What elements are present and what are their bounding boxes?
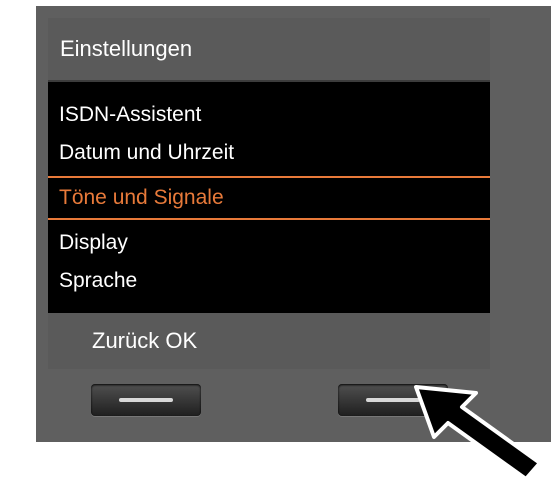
menu-item-datum-uhrzeit[interactable]: Datum und Uhrzeit — [48, 134, 490, 172]
settings-menu: ISDN-Assistent Datum und Uhrzeit Töne un… — [48, 96, 490, 300]
softkey-labels: Zurück OK — [92, 328, 197, 354]
menu-item-toene-signale[interactable]: Töne und Signale — [48, 176, 490, 220]
menu-item-display[interactable]: Display — [48, 224, 490, 262]
screen-title: Einstellungen — [60, 36, 193, 61]
phone-body: Einstellungen ISDN-Assistent Datum und U… — [36, 6, 551, 442]
screen-header: Einstellungen — [48, 18, 490, 82]
left-key-bar — [119, 398, 173, 402]
left-display-key[interactable] — [91, 384, 201, 416]
menu-item-isdn-assistent[interactable]: ISDN-Assistent — [48, 96, 490, 134]
softkey-ok-label[interactable]: OK — [165, 328, 197, 353]
menu-item-sprache[interactable]: Sprache — [48, 262, 490, 300]
softkey-bar: Zurück OK — [48, 313, 490, 369]
display-screen: Einstellungen ISDN-Assistent Datum und U… — [48, 18, 490, 369]
softkey-back-label[interactable]: Zurück — [92, 328, 159, 353]
pointer-arrow-icon — [414, 385, 542, 481]
